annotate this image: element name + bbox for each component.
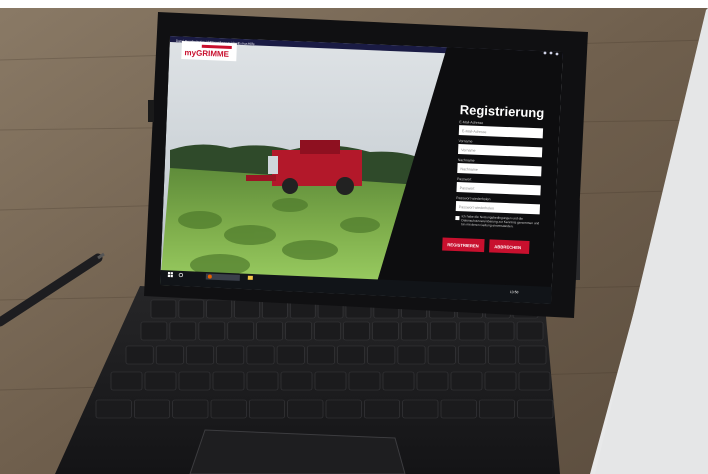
keyboard-key: [337, 345, 366, 365]
top-white-band: [0, 0, 708, 8]
keyboard-key: [276, 345, 305, 365]
keyboard-key: [172, 399, 209, 419]
keyboard-key: [216, 345, 245, 365]
mygrimme-logo: myGRIMME: [181, 41, 237, 62]
keyboard-key: [150, 299, 177, 319]
maximize-icon[interactable]: [549, 51, 553, 55]
cancel-button[interactable]: ABBRECHEN: [489, 239, 530, 254]
keyboard-key: [206, 299, 232, 319]
keyboard-key: [518, 345, 547, 365]
keyboard-key: [125, 345, 154, 365]
keyboard-key: [518, 371, 551, 391]
menu-item[interactable]: Hilfe: [248, 42, 255, 46]
keyboard-key: [234, 299, 260, 319]
keyboard-key: [287, 399, 324, 419]
keyboard-key: [314, 321, 341, 341]
register-button[interactable]: REGISTRIEREN: [442, 237, 485, 253]
keyboard-key: [516, 321, 544, 341]
touchpad: [189, 429, 406, 474]
keyboard-key: [280, 371, 313, 391]
field-label: Vorname: [458, 139, 472, 144]
keyboard-key: [416, 371, 449, 391]
photo-scene: Datei Bearbeiten Ansicht Chronik Lesezei…: [0, 0, 708, 474]
keyboard-key: [178, 371, 211, 391]
keyboard-key: [458, 321, 486, 341]
keyboard-key: [517, 399, 554, 419]
keyboard-key: [402, 399, 439, 419]
password-field-placeholder: Passwort: [460, 186, 475, 191]
svg-text:myGRIMME: myGRIMME: [184, 48, 229, 59]
keyboard-key: [212, 371, 245, 391]
keyboard-key: [348, 371, 381, 391]
close-icon[interactable]: [555, 52, 559, 56]
consent-checkbox[interactable]: [455, 215, 460, 221]
keyboard-key: [488, 345, 517, 365]
keyboard-key: [429, 321, 457, 341]
keyboard-key: [134, 399, 170, 419]
keyboard-key: [110, 371, 143, 391]
keyboard-key: [249, 399, 285, 419]
menu-item[interactable]: Extras: [238, 41, 248, 45]
minimize-icon[interactable]: [543, 51, 547, 55]
keyboard-key: [256, 321, 283, 341]
keyboard-key: [372, 321, 399, 341]
keyboard-key: [427, 345, 456, 365]
keyboard-key: [458, 345, 486, 365]
keyboard-key: [325, 399, 362, 419]
keyboard-key: [186, 345, 214, 365]
keyboard-key: [397, 345, 426, 365]
taskbar-clock: 13:58: [510, 290, 519, 294]
keyboard-key: [178, 299, 205, 319]
keyboard-key: [314, 371, 347, 391]
keyboard-key: [227, 321, 255, 341]
keyboard-key: [401, 321, 428, 341]
firstname-field-placeholder: Vorname: [461, 148, 476, 153]
field-label: Nachname: [458, 158, 475, 163]
keyboard-key: [306, 345, 335, 365]
keyboard-key: [382, 371, 415, 391]
keyboard-key: [484, 371, 517, 391]
keyboard-key: [95, 399, 132, 419]
lastname-field-placeholder: Nachname: [460, 167, 478, 172]
keyboard-key: [478, 399, 515, 419]
folder-icon[interactable]: [247, 275, 253, 280]
keyboard-key: [285, 321, 312, 341]
keyboard-key: [140, 321, 168, 341]
keyboard-key: [343, 321, 370, 341]
keyboard-key: [246, 371, 279, 391]
keyboard-key: [440, 399, 477, 419]
keyboard-key: [367, 345, 396, 365]
keyboard-key: [363, 399, 400, 419]
field-label: Passwort: [457, 177, 472, 182]
keyboard-key: [198, 321, 226, 341]
tablet-side-button: [148, 100, 154, 122]
keyboard-key: [210, 399, 247, 419]
consent-text: Ich habe die Nutzungsbedingungen und die…: [461, 214, 540, 229]
keyboard-key: [155, 345, 184, 365]
keyboard-key: [450, 371, 483, 391]
keyboard-key: [246, 345, 275, 365]
keyboard-key: [169, 321, 197, 341]
keyboard-key: [487, 321, 515, 341]
keyboard-key: [144, 371, 177, 391]
